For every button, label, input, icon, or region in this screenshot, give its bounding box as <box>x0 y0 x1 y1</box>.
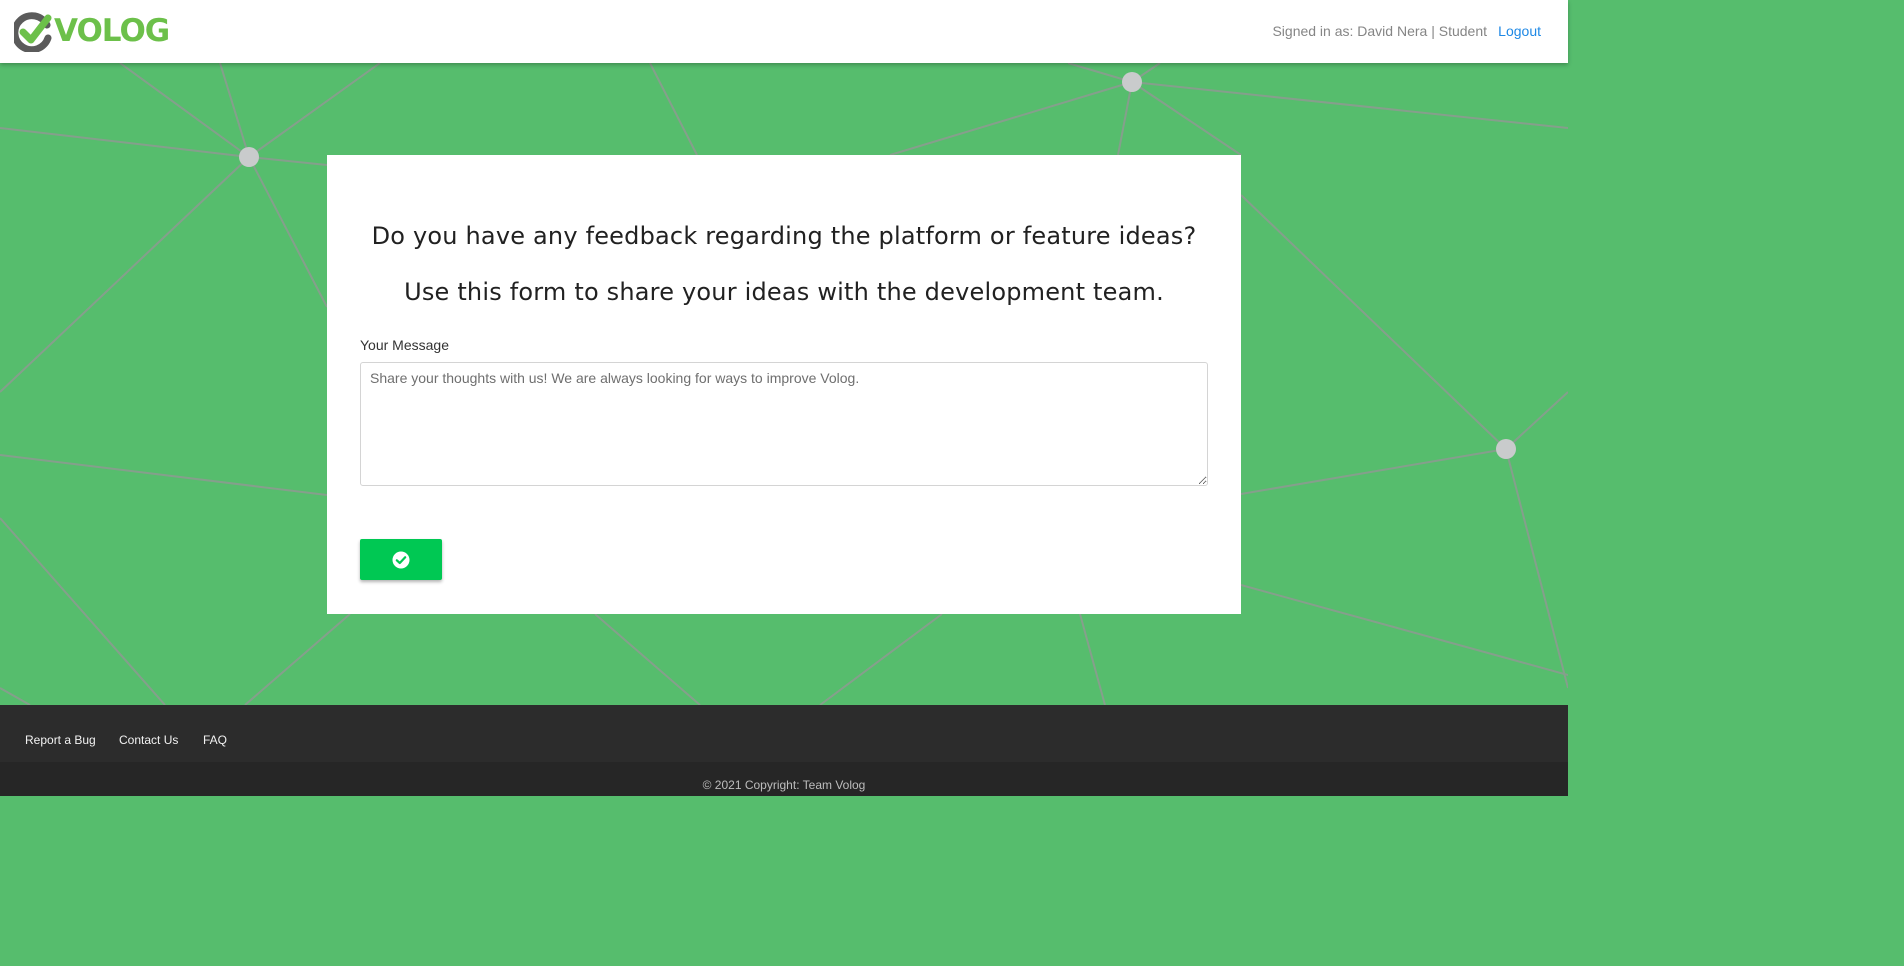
volog-logo[interactable]: VOLOG <box>11 12 170 54</box>
report-bug-link[interactable]: Report a Bug <box>25 733 96 747</box>
signed-in-status: Signed in as: David Nera | Student <box>1272 23 1487 39</box>
feedback-heading: Do you have any feedback regarding the p… <box>371 222 1197 250</box>
logout-link[interactable]: Logout <box>1498 23 1541 39</box>
message-label: Your Message <box>360 337 449 353</box>
feedback-subheading: Use this form to share your ideas with t… <box>404 278 1164 306</box>
copyright-text: © 2021 Copyright: Team Volog <box>702 778 866 792</box>
submit-button[interactable] <box>360 539 442 580</box>
faq-link[interactable]: FAQ <box>203 733 227 747</box>
feedback-form-card: Do you have any feedback regarding the p… <box>327 155 1241 614</box>
logo-text: VOLOG <box>54 13 170 49</box>
footer-links-bar: Report a Bug Contact Us FAQ <box>0 705 1568 762</box>
message-textarea[interactable] <box>360 362 1208 486</box>
contact-us-link[interactable]: Contact Us <box>119 733 178 747</box>
top-navbar: VOLOG Signed in as: David Nera | Student… <box>0 0 1568 63</box>
check-circle-icon <box>392 551 410 568</box>
footer-copyright-bar: © 2021 Copyright: Team Volog <box>0 762 1568 796</box>
